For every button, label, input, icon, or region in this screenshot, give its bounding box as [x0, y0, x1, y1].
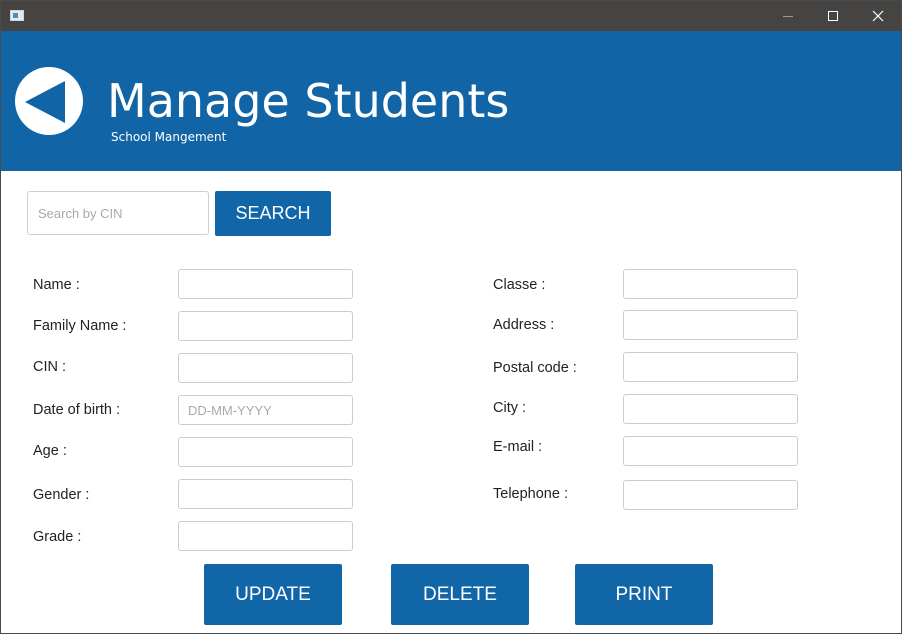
address-field[interactable] — [623, 310, 798, 340]
minimize-button[interactable] — [765, 1, 811, 31]
cin-label: CIN : — [33, 359, 67, 375]
postal-code-field[interactable] — [623, 352, 798, 382]
print-button[interactable]: PRINT — [575, 564, 713, 625]
grade-field[interactable] — [178, 521, 353, 551]
family-name-label: Family Name : — [33, 318, 127, 334]
search-input[interactable] — [27, 191, 209, 235]
classe-label: Classe : — [493, 277, 546, 293]
back-button[interactable] — [15, 67, 83, 135]
age-label: Age : — [33, 443, 67, 459]
window-app-icon — [10, 10, 24, 21]
name-field[interactable] — [178, 269, 353, 299]
classe-field[interactable] — [623, 269, 798, 299]
page-header: Manage Students School Mangement — [1, 31, 901, 171]
address-label: Address : — [493, 317, 555, 333]
page-title: Manage Students — [107, 74, 510, 128]
maximize-icon — [828, 11, 838, 21]
maximize-button[interactable] — [810, 1, 856, 31]
title-bar[interactable] — [1, 1, 901, 31]
name-label: Name : — [33, 277, 80, 293]
app-window: Manage Students School Mangement SEARCH … — [0, 0, 902, 634]
search-button[interactable]: SEARCH — [215, 191, 331, 236]
date-of-birth-field[interactable] — [178, 395, 353, 425]
delete-button[interactable]: DELETE — [391, 564, 529, 625]
cin-field[interactable] — [178, 353, 353, 383]
telephone-field[interactable] — [623, 480, 798, 510]
close-button[interactable] — [855, 1, 901, 31]
page-subtitle: School Mangement — [111, 130, 227, 144]
back-arrow-icon — [25, 81, 65, 123]
email-field[interactable] — [623, 436, 798, 466]
minimize-icon — [783, 16, 793, 17]
city-field[interactable] — [623, 394, 798, 424]
age-field[interactable] — [178, 437, 353, 467]
gender-label: Gender : — [33, 487, 90, 503]
family-name-field[interactable] — [178, 311, 353, 341]
email-label: E-mail : — [493, 439, 543, 455]
city-label: City : — [493, 400, 527, 416]
gender-field[interactable] — [178, 479, 353, 509]
update-button[interactable]: UPDATE — [204, 564, 342, 625]
grade-label: Grade : — [33, 529, 82, 545]
postal-code-label: Postal code : — [493, 360, 577, 376]
close-icon — [872, 10, 884, 22]
telephone-label: Telephone : — [493, 486, 568, 502]
date-of-birth-label: Date of birth : — [33, 402, 121, 418]
